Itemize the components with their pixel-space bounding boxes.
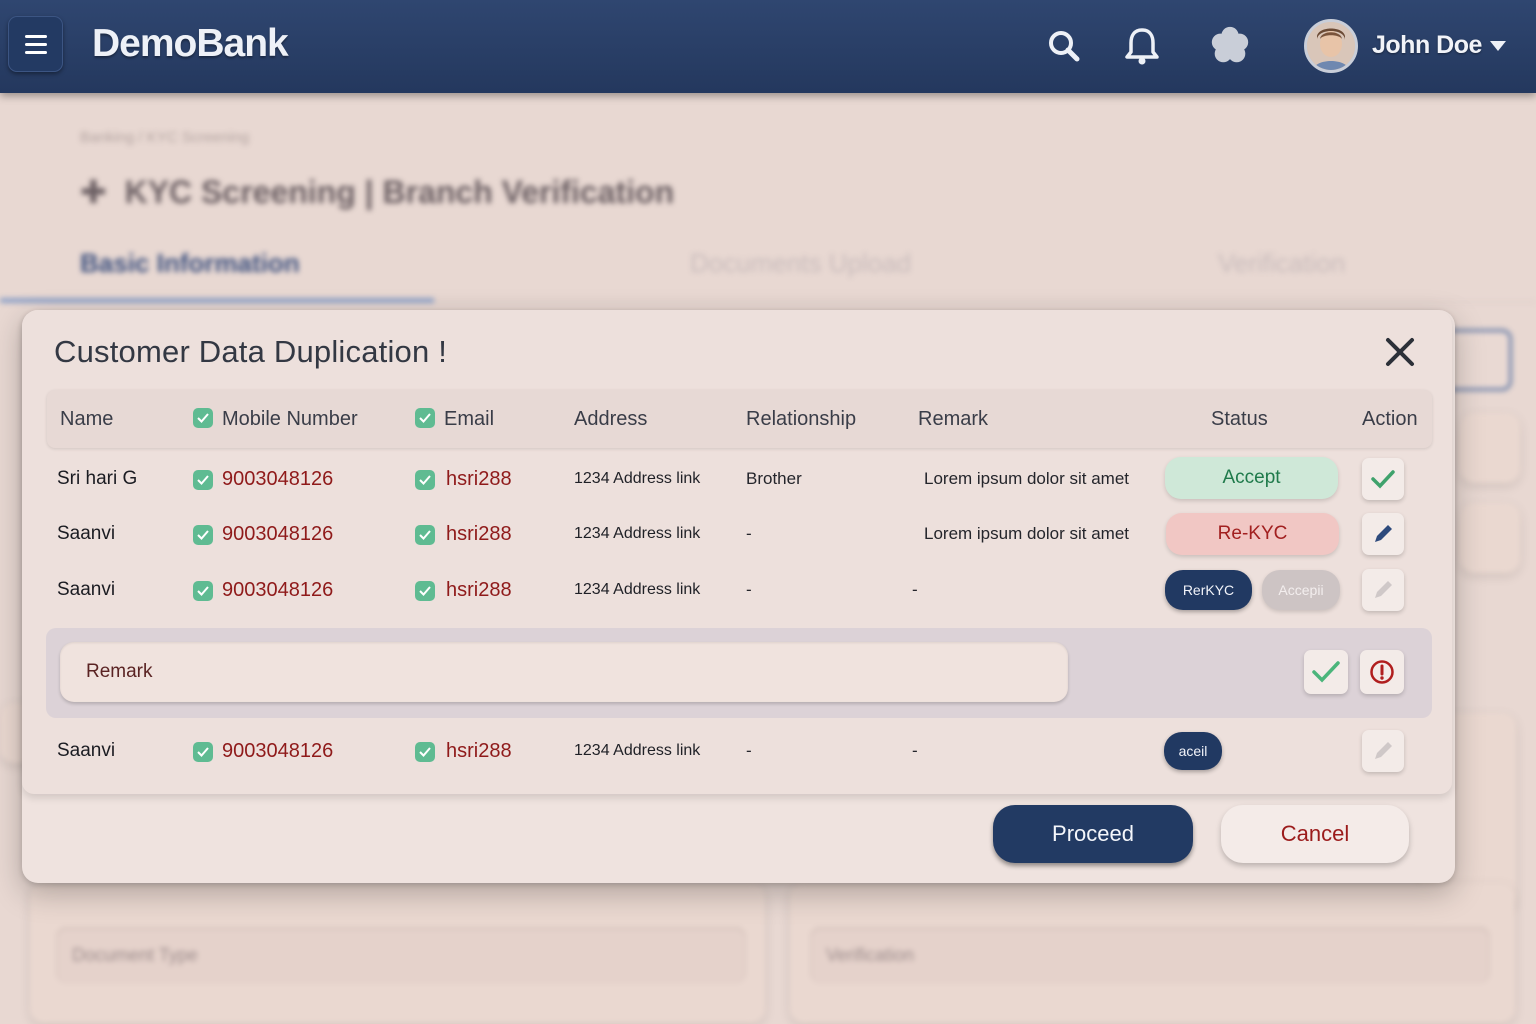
checkbox-icon[interactable]	[193, 742, 213, 762]
plus-icon: ✚	[80, 174, 125, 210]
checkbox-icon[interactable]	[415, 581, 435, 601]
row-address: 1234 Address link	[574, 525, 701, 542]
table-row: Saanvi 9003048126 hsri288 1234 Address l…	[22, 509, 1452, 559]
row-remark: -	[912, 741, 918, 760]
menu-button[interactable]	[8, 16, 63, 72]
check-icon	[1312, 661, 1340, 683]
modal-title: Customer Data Duplication !	[54, 334, 448, 369]
verification-select[interactable]: Verification	[810, 927, 1490, 983]
edit-icon	[1375, 742, 1392, 759]
col-relationship: Relationship	[746, 408, 857, 430]
top-bar: DemoBank John Doe	[0, 0, 1536, 93]
checkbox-icon[interactable]	[415, 742, 435, 762]
row-address: 1234 Address link	[574, 581, 701, 598]
edit-icon	[1375, 525, 1392, 542]
alert-button[interactable]	[1360, 650, 1404, 694]
edit-icon	[1375, 581, 1392, 598]
row-relationship: Brother	[746, 469, 802, 488]
tab-documents-upload[interactable]: Documents Upload	[690, 248, 911, 279]
edit-button[interactable]	[1362, 513, 1404, 555]
col-remark: Remark	[918, 408, 989, 430]
user-name[interactable]: John Doe	[1372, 31, 1482, 60]
checkbox-icon[interactable]	[415, 408, 435, 428]
duplication-modal: Customer Data Duplication ! Name Mobile …	[22, 310, 1455, 883]
row-remark: Lorem ipsum dolor sit amet	[924, 469, 1130, 488]
col-action: Action	[1362, 408, 1418, 430]
bg-card	[1460, 413, 1520, 483]
row-address: 1234 Address link	[574, 742, 701, 759]
tab-basic-information[interactable]: Basic Information	[80, 248, 300, 279]
row-relationship: -	[746, 580, 752, 599]
row-name: Saanvi	[57, 740, 116, 761]
row-email: hsri288	[446, 522, 512, 545]
bg-card: Verification	[790, 883, 1515, 1023]
close-icon[interactable]	[1382, 334, 1418, 370]
brand-logo[interactable]: DemoBank	[92, 22, 289, 66]
accept-status-button[interactable]: Accept	[1165, 457, 1338, 499]
edit-button-disabled[interactable]	[1362, 730, 1404, 772]
row-email: hsri288	[446, 467, 512, 490]
document-type-select[interactable]: Document Type	[56, 927, 746, 983]
table-row: Saanvi 9003048126 hsri288 1234 Address l…	[22, 726, 1452, 776]
row-mobile: 9003048126	[222, 522, 334, 545]
rekyc-button[interactable]: RerKYC	[1165, 570, 1252, 610]
table-row: Sri hari G 9003048126 hsri288 1234 Addre…	[22, 454, 1452, 504]
chevron-down-icon[interactable]	[1490, 41, 1506, 51]
col-status: Status	[1211, 408, 1268, 430]
row-mobile: 9003048126	[222, 578, 334, 601]
menu-icon	[24, 50, 47, 54]
remark-input[interactable]	[60, 642, 1068, 702]
row-email: hsri288	[446, 739, 512, 762]
checkbox-icon[interactable]	[193, 581, 213, 601]
checkbox-icon[interactable]	[193, 525, 213, 545]
status-button[interactable]: aceil	[1164, 732, 1222, 770]
bell-icon[interactable]	[1120, 24, 1164, 68]
col-name: Name	[60, 408, 114, 430]
bg-card	[1460, 503, 1520, 573]
row-name: Saanvi	[57, 523, 116, 544]
row-mobile: 9003048126	[222, 739, 334, 762]
col-mobile: Mobile Number	[222, 408, 358, 430]
row-relationship: -	[746, 524, 752, 543]
checkbox-icon[interactable]	[415, 525, 435, 545]
active-tab-indicator	[0, 298, 434, 303]
tab-verification[interactable]: Verification	[1218, 248, 1345, 279]
edit-button-disabled[interactable]	[1362, 569, 1404, 611]
breadcrumb: Banking / KYC Screening	[80, 129, 250, 146]
save-remark-button[interactable]	[1304, 650, 1348, 694]
modal-content: Customer Data Duplication ! Name Mobile …	[22, 310, 1452, 794]
table-row: Saanvi 9003048126 hsri288 1234 Address l…	[22, 565, 1452, 615]
col-email: Email	[444, 408, 495, 430]
menu-icon	[24, 42, 47, 46]
checkbox-icon[interactable]	[193, 470, 213, 490]
rekyc-status-button[interactable]: Re-KYC	[1166, 513, 1339, 555]
col-address: Address	[574, 408, 648, 430]
proceed-button[interactable]: Proceed	[993, 805, 1193, 863]
row-name: Sri hari G	[57, 468, 138, 489]
table-header: Name Mobile Number Email Address Relatio…	[47, 390, 1432, 448]
alert-icon	[1370, 660, 1394, 684]
row-address: 1234 Address link	[574, 470, 701, 487]
page-title: ✚ KYC Screening | Branch Verification	[80, 174, 675, 210]
row-remark: Lorem ipsum dolor sit amet	[924, 524, 1130, 543]
accept-button-disabled[interactable]: Accepii	[1262, 570, 1340, 610]
menu-icon	[24, 34, 47, 38]
search-icon[interactable]	[1042, 24, 1086, 68]
avatar[interactable]	[1304, 19, 1358, 73]
row-remark: -	[912, 580, 918, 599]
checkbox-icon[interactable]	[415, 470, 435, 490]
remark-panel	[46, 628, 1432, 718]
row-name: Saanvi	[57, 579, 116, 600]
check-icon	[1371, 470, 1395, 489]
bg-card: Document Type	[30, 883, 765, 1023]
row-mobile: 9003048126	[222, 467, 334, 490]
approve-button[interactable]	[1362, 458, 1404, 500]
row-relationship: -	[746, 741, 752, 760]
row-email: hsri288	[446, 578, 512, 601]
settings-icon[interactable]	[1208, 24, 1252, 68]
checkbox-icon[interactable]	[193, 408, 213, 428]
cancel-button[interactable]: Cancel	[1221, 805, 1409, 863]
